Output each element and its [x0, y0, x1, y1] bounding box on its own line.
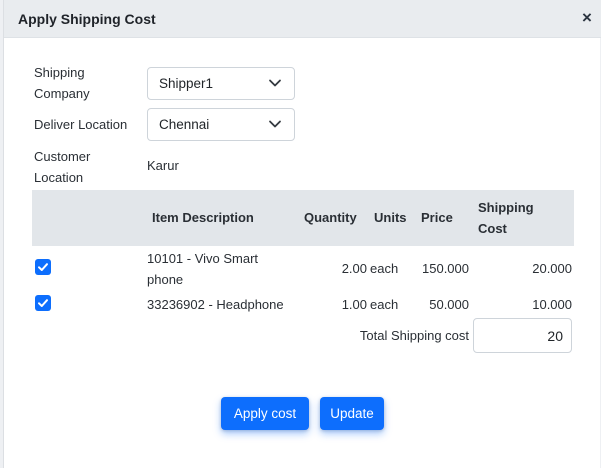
th-quantity: Quantity — [304, 210, 357, 225]
update-button[interactable]: Update — [320, 397, 384, 430]
deliver-location-select[interactable]: Chennai — [147, 108, 295, 141]
check-icon — [38, 263, 48, 271]
chevron-down-icon — [269, 79, 281, 87]
deliver-location-label: Deliver Location — [34, 117, 128, 132]
customer-location-label: Customer Location — [34, 146, 90, 188]
th-price: Price — [421, 210, 453, 225]
th-shipping-cost-line1: Shipping — [478, 200, 534, 215]
th-units: Units — [374, 210, 407, 225]
shipping-company-value: Shipper1 — [159, 76, 214, 91]
row-2-shipping-cost: 10.000 — [532, 297, 572, 312]
chevron-down-icon — [269, 120, 281, 128]
customer-location-label-line2: Location — [34, 170, 84, 185]
th-item-description: Item Description — [152, 210, 254, 225]
shipping-company-label-line1: Shipping — [34, 65, 85, 80]
shipping-company-select[interactable]: Shipper1 — [147, 67, 295, 100]
row-1-shipping-cost: 20.000 — [532, 261, 572, 276]
row-1-item: 10101 - Vivo Smart phone — [147, 248, 258, 290]
total-shipping-cost-input[interactable] — [473, 318, 572, 353]
row-1-price: 150.000 — [422, 261, 469, 276]
shipping-company-label: Shipping Company — [34, 62, 90, 104]
th-shipping-cost: Shipping Cost — [478, 197, 534, 239]
deliver-location-value: Chennai — [159, 117, 210, 132]
row-1-quantity: 2.00 — [341, 261, 367, 276]
shipping-company-label-line2: Company — [34, 86, 90, 101]
close-icon[interactable]: × — [577, 8, 597, 28]
row-2-checkbox[interactable] — [35, 295, 51, 311]
apply-cost-button[interactable]: Apply cost — [221, 397, 309, 430]
row-1-item-line1: 10101 - Vivo Smart — [147, 251, 259, 266]
row-2-item: 33236902 - Headphone — [147, 297, 284, 312]
row-1-units: each — [370, 261, 399, 276]
customer-location-label-line1: Customer — [34, 149, 91, 164]
row-2-units: each — [370, 297, 399, 312]
row-2-price: 50.000 — [429, 297, 469, 312]
modal-header: Apply Shipping Cost × — [4, 0, 601, 38]
total-shipping-cost-label: Total Shipping cost — [359, 328, 469, 343]
row-1-item-line2: phone — [147, 272, 184, 287]
row-2-quantity: 1.00 — [341, 297, 367, 312]
modal-title: Apply Shipping Cost — [18, 11, 156, 27]
th-shipping-cost-line2: Cost — [478, 221, 507, 236]
customer-location-value: Karur — [147, 158, 179, 173]
row-1-checkbox[interactable] — [35, 259, 51, 275]
apply-shipping-cost-modal: Apply Shipping Cost × Shipping Company S… — [3, 0, 601, 468]
check-icon — [38, 299, 48, 307]
